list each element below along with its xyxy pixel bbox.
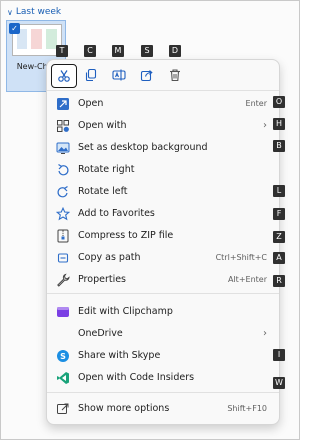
open-icon [57,98,69,110]
copy-button[interactable] [79,64,103,86]
menu-item-set-desktop-background[interactable]: Set as desktop background [47,137,279,159]
keytip-open-with-code-insiders: W [273,377,285,389]
open-with-icon [57,120,69,132]
desktop-background-icon [56,142,70,154]
keytip-share: S [141,45,153,57]
vscode-insiders-icon [57,372,69,384]
rotate-right-icon [58,164,69,176]
keytip-rotate-left: L [273,185,285,197]
rename-icon [112,69,126,81]
wrench-icon [57,273,70,287]
keytip-open: O [273,96,285,108]
menu-item-copy-as-path[interactable]: Copy as path Ctrl+Shift+C [47,247,279,269]
copy-path-icon [57,253,69,263]
context-menu: Open Enter Open with › Set as desktop ba… [46,59,280,425]
keytip-rename: M [112,45,124,57]
menu-item-add-to-favorites[interactable]: Add to Favorites [47,203,279,225]
copy-icon [85,68,97,82]
keytip-add-to-favorites: F [273,208,285,220]
zip-icon [57,229,69,243]
chevron-right-icon: › [263,328,267,339]
skype-icon: S [57,350,69,362]
share-button[interactable] [135,64,159,86]
file-explorer-window: ∨ Last week ✓ New-Ch... T C M S D Open E… [0,0,300,440]
menu-item-edit-with-clipchamp[interactable]: Edit with Clipchamp [47,301,279,323]
separator [47,392,279,393]
menu-item-share-with-skype[interactable]: S Share with Skype [47,345,279,367]
keytip-cut: T [56,45,68,57]
keytip-properties: R [273,275,285,287]
separator [47,90,279,91]
scissors-icon [58,70,70,82]
keytip-copy: C [84,45,96,57]
menu-item-rotate-right[interactable]: Rotate right [47,159,279,181]
rename-button[interactable] [107,64,131,86]
rotate-left-icon [57,186,68,198]
chevron-right-icon: › [263,120,267,131]
delete-button[interactable] [163,64,187,86]
menu-item-open[interactable]: Open Enter [47,93,279,115]
menu-item-open-with[interactable]: Open with › [47,115,279,137]
group-header-last-week[interactable]: ∨ Last week [7,7,61,17]
cut-button[interactable] [51,64,77,88]
menu-item-open-with-code-insiders[interactable]: Open with Code Insiders [47,367,279,389]
clipchamp-icon [57,307,69,317]
separator [47,293,279,294]
svg-text:S: S [60,352,66,361]
keytip-set-desktop-background: B [273,140,285,152]
chevron-down-icon: ∨ [7,7,13,17]
keytip-delete: D [169,45,181,57]
more-options-icon [57,403,69,414]
menu-item-onedrive[interactable]: OneDrive › [47,323,279,345]
trash-icon [170,69,180,82]
keytip-compress-zip: Z [273,231,285,243]
share-icon [140,70,153,82]
menu-item-rotate-left[interactable]: Rotate left [47,181,279,203]
keytip-copy-as-path: A [273,252,285,264]
menu-item-show-more-options[interactable]: Show more options Shift+F10 [47,398,279,420]
group-header-label: Last week [15,7,62,17]
keytip-open-with: H [273,118,285,130]
menu-item-properties[interactable]: Properties Alt+Enter [47,269,279,291]
checkbox-checked-icon[interactable]: ✓ [9,23,20,34]
menu-item-compress-zip[interactable]: Compress to ZIP file [47,225,279,247]
star-icon [56,207,70,221]
keytip-share-with-skype: I [273,349,285,361]
